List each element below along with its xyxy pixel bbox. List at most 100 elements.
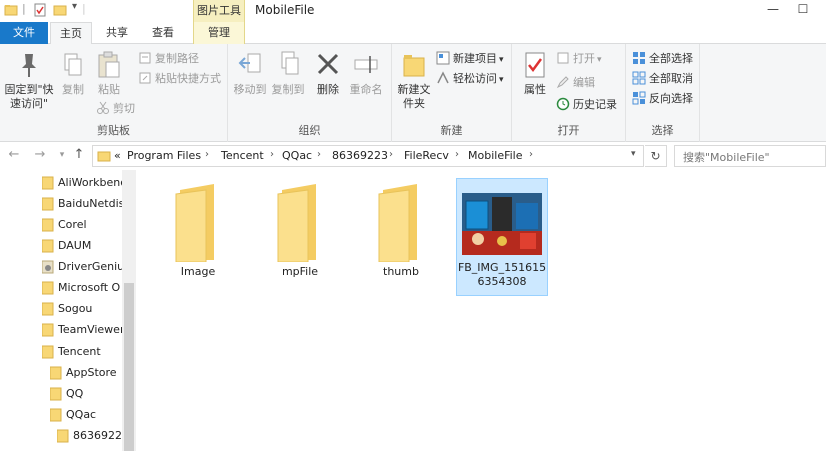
address-dropdown-icon[interactable]: ▾ — [631, 149, 636, 159]
pin-quick-access-button[interactable]: 固定到"快速访问" — [2, 50, 56, 111]
folder-icon — [42, 176, 54, 190]
new-folder-icon — [403, 55, 425, 77]
move-to-button[interactable]: 移动到 — [232, 50, 268, 97]
tab-file[interactable]: 文件 — [0, 22, 48, 44]
open-icon — [557, 52, 569, 64]
organize-group: 移动到 复制到 删除 重命名 组织 — [228, 44, 392, 142]
breadcrumb-86369223[interactable]: 86369223 — [332, 149, 388, 162]
properties-label: 属性 — [524, 83, 546, 96]
select-none-button[interactable]: 全部取消 — [632, 70, 693, 88]
chevron-right-icon[interactable]: › — [317, 149, 321, 160]
select-all-label: 全部选择 — [649, 52, 693, 65]
new-folder-quick-icon[interactable] — [53, 3, 67, 17]
address-row: ← → ▾ ↑ « Program Files › Tencent › QQac… — [0, 142, 826, 170]
search-placeholder: 搜索"MobileFile" — [683, 151, 770, 164]
delete-x-icon — [317, 53, 339, 75]
back-arrow-icon[interactable]: ← — [6, 147, 22, 162]
easy-access-button[interactable]: 轻松访问 ▾ — [436, 70, 504, 88]
breadcrumb-overflow[interactable]: « — [114, 149, 121, 162]
invert-selection-icon — [632, 91, 646, 105]
breadcrumb-tencent[interactable]: Tencent — [221, 149, 264, 162]
tab-view[interactable]: 查看 — [142, 22, 184, 44]
select-none-label: 全部取消 — [649, 72, 693, 85]
tab-share[interactable]: 共享 — [96, 22, 138, 44]
new-group-label: 新建 — [440, 124, 463, 137]
navpane-scroll-thumb[interactable] — [124, 283, 134, 451]
invert-selection-label: 反向选择 — [649, 92, 693, 105]
forward-arrow-icon[interactable]: → — [32, 147, 48, 162]
history-label: 历史记录 — [573, 98, 617, 111]
chevron-right-icon[interactable]: › — [529, 149, 533, 160]
open-button[interactable]: 打开 ▾ — [556, 50, 602, 68]
select-all-button[interactable]: 全部选择 — [632, 50, 693, 68]
ribbon-tabs: 文件 主页 共享 查看 管理 — [0, 22, 826, 45]
new-item-button[interactable]: 新建项目 ▾ — [436, 50, 504, 68]
breadcrumb-mobilefile[interactable]: MobileFile — [468, 149, 523, 162]
properties-icon[interactable] — [33, 3, 47, 17]
drivergenius-folder-icon — [42, 260, 54, 274]
search-input[interactable]: 搜索"MobileFile" — [674, 145, 826, 167]
select-group-label: 选择 — [651, 124, 674, 137]
tree-item-label: QQac — [66, 408, 97, 421]
paste-button[interactable]: 粘贴 — [92, 50, 126, 97]
recent-dropdown-icon[interactable]: ▾ — [54, 150, 70, 160]
folder-icon — [42, 323, 54, 337]
large-folder-icon — [277, 184, 316, 263]
organize-group-label: 组织 — [298, 124, 321, 137]
maximize-button[interactable]: ☐ — [790, 0, 816, 20]
picture-tools-tab-header: 图片工具 — [193, 0, 245, 22]
rename-button[interactable]: 重命名 — [348, 50, 384, 97]
tree-item-label: Microsoft O — [58, 281, 121, 294]
file-name-line1: FB_IMG_151615 — [457, 261, 547, 274]
chevron-right-icon[interactable]: › — [455, 149, 459, 160]
cut-button[interactable]: 剪切 — [96, 100, 135, 118]
title-bar: | ▾ | 图片工具 MobileFile — ☐ — [0, 0, 826, 22]
refresh-icon[interactable]: ↻ — [645, 145, 667, 167]
edit-button[interactable]: 编辑 — [556, 74, 595, 92]
image-thumbnail — [462, 193, 542, 255]
breadcrumb-filerecv[interactable]: FileRecv — [404, 149, 449, 162]
large-folder-icon — [175, 184, 214, 263]
history-button[interactable]: 历史记录 — [556, 96, 617, 114]
tab-manage[interactable]: 管理 — [193, 22, 245, 44]
folder-icon — [97, 151, 111, 162]
address-bar[interactable]: « Program Files › Tencent › QQac › 86369… — [92, 145, 644, 167]
open-group-label: 打开 — [557, 124, 580, 137]
cut-label: 剪切 — [113, 102, 135, 115]
pin-icon — [22, 54, 36, 77]
qa-dropdown-icon[interactable]: ▾ — [72, 1, 77, 12]
new-item-icon — [436, 51, 450, 65]
properties-button[interactable]: 属性 — [520, 50, 550, 97]
delete-button[interactable]: 删除 — [314, 50, 342, 97]
chevron-right-icon[interactable]: › — [389, 149, 393, 160]
folder-icon — [50, 408, 62, 422]
folder-icon — [42, 302, 54, 316]
breadcrumb-qqac[interactable]: QQac — [282, 149, 312, 162]
file-item-fb-img[interactable]: FB_IMG_151615 6354308 — [456, 178, 548, 296]
up-arrow-icon[interactable]: ↑ — [71, 147, 87, 162]
navigation-pane: AliWorkbenc BaiduNetdis Corel DAUM Drive… — [0, 170, 136, 451]
copy-path-button[interactable]: 复制路径 — [138, 50, 199, 68]
file-item-mpfile-folder[interactable]: mpFile — [254, 182, 346, 279]
copy-path-icon — [139, 52, 151, 64]
open-group: 属性 打开 ▾ 编辑 历史记录 打开 — [512, 44, 626, 142]
copy-button[interactable]: 复制 — [58, 50, 88, 97]
clipboard-group: 固定到"快速访问" 复制 粘贴 复制路径 粘贴快捷方式 剪切 剪贴板 — [0, 44, 228, 142]
chevron-right-icon[interactable]: › — [205, 149, 209, 160]
new-folder-button[interactable]: 新建文件夹 — [396, 50, 432, 111]
breadcrumb-program-files[interactable]: Program Files — [127, 149, 201, 162]
file-name: Image — [180, 265, 216, 278]
file-item-thumb-folder[interactable]: thumb — [355, 182, 447, 279]
minimize-button[interactable]: — — [760, 0, 786, 20]
easy-access-dropdown-icon: ▾ — [499, 75, 504, 85]
paste-shortcut-button[interactable]: 粘贴快捷方式 — [138, 70, 221, 88]
file-item-image-folder[interactable]: Image — [152, 182, 244, 279]
file-name-line2: 6354308 — [477, 275, 527, 288]
clipboard-group-label: 剪贴板 — [97, 124, 130, 137]
tab-home[interactable]: 主页 — [50, 22, 92, 45]
edit-label: 编辑 — [573, 76, 595, 89]
chevron-right-icon[interactable]: › — [270, 149, 274, 160]
qa-separator: | — [22, 2, 26, 15]
copy-to-button[interactable]: 复制到 — [270, 50, 306, 97]
invert-selection-button[interactable]: 反向选择 — [632, 90, 693, 108]
